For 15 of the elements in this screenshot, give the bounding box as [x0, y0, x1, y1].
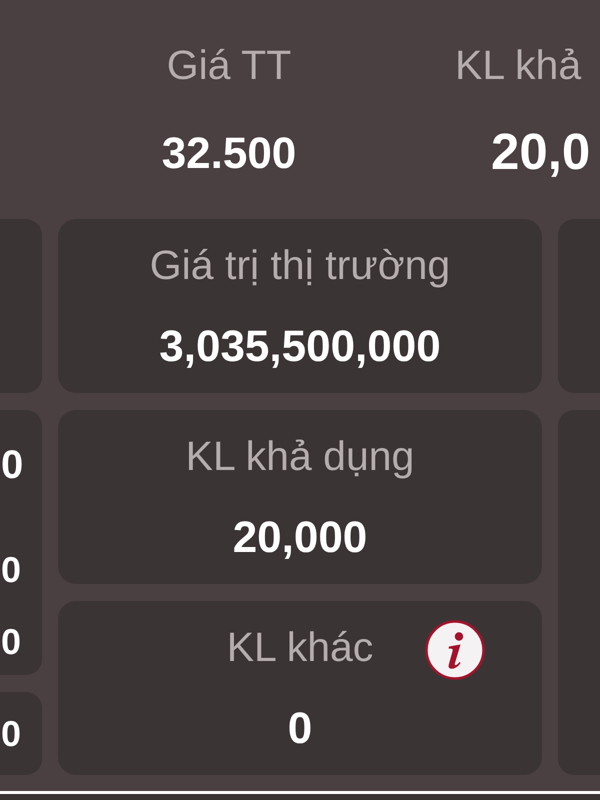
stat-label: KL khác — [226, 624, 374, 670]
stat-label: KL khả dụng — [186, 433, 414, 479]
column-value: 20,0 — [490, 127, 590, 177]
column-label: KL khả — [455, 42, 582, 88]
stat-value: 0 — [1, 548, 22, 592]
stat-value: 0 — [1, 620, 22, 664]
stat-value: 0 — [1, 443, 24, 487]
column-label: Giá TT — [166, 42, 292, 88]
stat-value: 20,000 — [232, 513, 368, 563]
stat-label: Giá trị thị trường — [150, 242, 450, 288]
info-icon[interactable] — [425, 620, 485, 680]
stat-value: 0 — [1, 712, 22, 756]
stat-value: 3,035,500,000 — [159, 322, 441, 372]
stat-value: 0 — [288, 704, 312, 754]
column-value: 32.500 — [162, 129, 296, 179]
